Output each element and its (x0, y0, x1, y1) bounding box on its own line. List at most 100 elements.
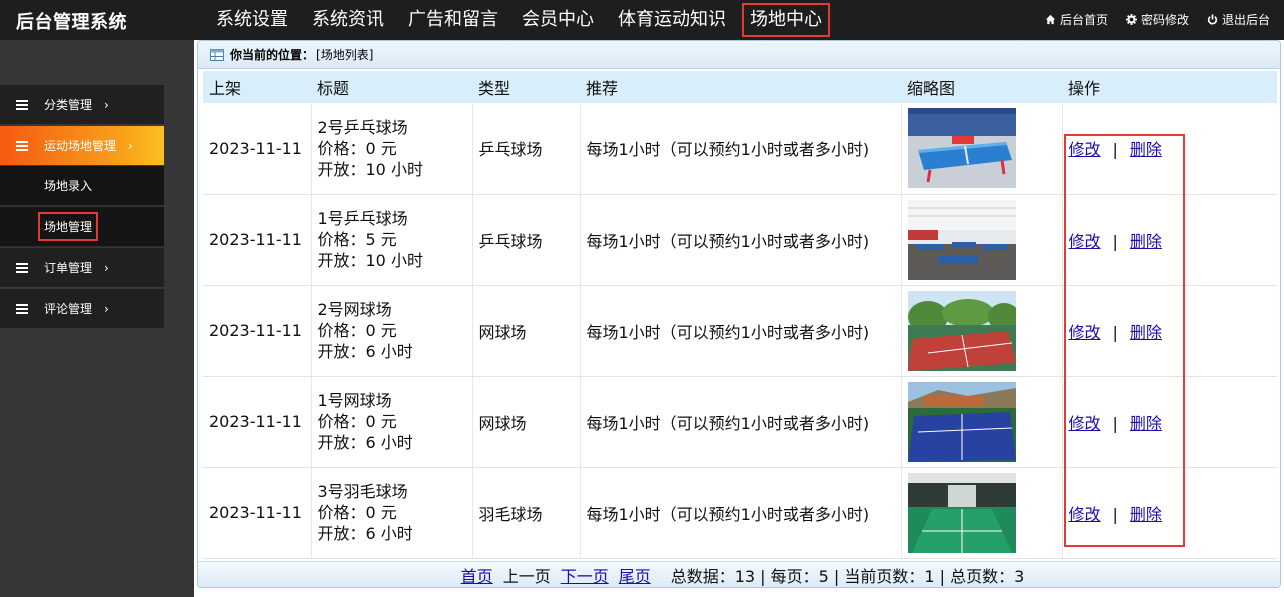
row-type: 网球场 (472, 285, 581, 377)
venue-price: 价格：0 元 (317, 138, 397, 158)
edit-link[interactable]: 修改 (1069, 505, 1101, 524)
sidebar-subitem-venue-manage[interactable]: 场地管理 (0, 207, 164, 247)
sidebar-subitem-label: 场地管理 (37, 212, 99, 241)
venue-price: 价格：0 元 (317, 321, 397, 340)
row-type: 羽毛球场 (472, 467, 581, 559)
action-separator: | (1112, 504, 1118, 524)
col-thumbnail: 缩略图 (901, 71, 1062, 103)
power-icon (1207, 14, 1218, 25)
home-icon (1045, 14, 1056, 25)
logout-link[interactable]: 退出后台 (1207, 11, 1270, 28)
table-row: 2023-11-11 2号乒乓球场 价格：0 元 开放：10 小时 乒乓球场 每… (203, 103, 1277, 195)
chevron-right-icon: › (128, 138, 133, 153)
delete-link[interactable]: 删除 (1130, 414, 1162, 433)
delete-link[interactable]: 删除 (1130, 140, 1162, 159)
home-link[interactable]: 后台首页 (1045, 11, 1108, 28)
venue-price: 价格：0 元 (317, 412, 397, 431)
sidebar: 分类管理 › 运动场地管理 › 场地录入 场地管理 订单管理 › 评论管理 › (0, 40, 194, 597)
action-separator: | (1112, 231, 1118, 251)
edit-link[interactable]: 修改 (1069, 414, 1101, 433)
sidebar-item-orders[interactable]: 订单管理 › (0, 248, 164, 288)
nav-system-settings[interactable]: 系统设置 (210, 5, 294, 35)
change-password-link[interactable]: 密码修改 (1125, 11, 1189, 28)
row-recommend: 每场1小时（可以预约1小时或者多小时) (580, 103, 902, 195)
menu-icon (16, 140, 28, 151)
delete-link[interactable]: 删除 (1130, 505, 1162, 524)
breadcrumb-label: 你当前的位置： (230, 48, 315, 62)
row-date: 2023-11-11 (203, 194, 312, 286)
top-bar: 后台管理系统 系统设置 系统资讯 广告和留言 会员中心 体育运动知识 场地中心 … (0, 0, 1284, 40)
nav-sports-knowledge[interactable]: 体育运动知识 (612, 5, 732, 35)
thumbnail-indoor-table-tennis (907, 199, 1016, 280)
logout-label: 退出后台 (1221, 13, 1270, 27)
app-title: 后台管理系统 (16, 12, 127, 33)
sidebar-item-venue[interactable]: 运动场地管理 › (0, 126, 164, 166)
first-page-link[interactable]: 首页 (461, 563, 493, 587)
top-nav: 系统设置 系统资讯 广告和留言 会员中心 体育运动知识 场地中心 (210, 3, 840, 37)
row-date: 2023-11-11 (203, 467, 312, 559)
venue-open-hours: 开放：10 小时 (317, 159, 423, 179)
sidebar-subitem-label: 场地录入 (44, 179, 93, 193)
change-password-label: 密码修改 (1140, 13, 1189, 27)
table-header-row: 上架 标题 类型 推荐 缩略图 操作 (203, 71, 1277, 103)
venue-name: 1号乒乓球场 (317, 209, 408, 228)
row-type: 乒乓球场 (472, 194, 581, 286)
sidebar-item-label: 订单管理 (44, 261, 93, 275)
home-link-label: 后台首页 (1059, 13, 1108, 27)
action-separator: | (1112, 140, 1118, 160)
sidebar-subitem-venue-add[interactable]: 场地录入 (0, 166, 164, 206)
breadcrumb: 你当前的位置： [场地列表] (198, 41, 1280, 69)
sidebar-item-comments[interactable]: 评论管理 › (0, 289, 164, 329)
delete-link[interactable]: 删除 (1130, 232, 1162, 251)
venue-open-hours: 开放：6 小时 (317, 524, 413, 543)
last-page-link[interactable]: 尾页 (619, 563, 651, 587)
header-links: 后台首页 密码修改 退出后台 (1027, 11, 1270, 28)
thumbnail-tennis-court (907, 381, 1016, 462)
row-recommend: 每场1小时（可以预约1小时或者多小时) (580, 285, 902, 377)
row-actions: 修改 | 删除 (1062, 467, 1277, 559)
sidebar-item-label: 运动场地管理 (44, 139, 117, 153)
main-panel: 你当前的位置： [场地列表] 上架 标题 类型 推荐 缩略图 操作 2023-1… (197, 40, 1281, 588)
venue-name: 3号羽毛球场 (317, 482, 408, 501)
row-actions: 修改 | 删除 (1062, 285, 1277, 377)
delete-link[interactable]: 删除 (1130, 323, 1162, 342)
venue-price: 价格：0 元 (317, 503, 397, 522)
table-row: 2023-11-11 3号羽毛球场 价格：0 元 开放：6 小时 羽毛球场 每场… (203, 467, 1277, 559)
nav-member-center[interactable]: 会员中心 (516, 5, 600, 35)
row-actions: 修改 | 删除 (1062, 376, 1277, 468)
row-recommend: 每场1小时（可以预约1小时或者多小时) (580, 194, 902, 286)
row-thumbnail (901, 285, 1063, 377)
table-row: 2023-11-11 1号网球场 价格：0 元 开放：6 小时 网球场 每场1小… (203, 376, 1277, 468)
thumbnail-tennis-court (907, 290, 1016, 371)
edit-link[interactable]: 修改 (1069, 140, 1101, 159)
row-thumbnail (901, 376, 1063, 468)
row-title: 1号网球场 价格：0 元 开放：6 小时 (311, 376, 473, 468)
edit-link[interactable]: 修改 (1069, 323, 1101, 342)
col-type: 类型 (472, 71, 580, 103)
row-date: 2023-11-11 (203, 103, 312, 195)
sidebar-item-label: 分类管理 (44, 98, 93, 112)
venue-price: 价格：5 元 (317, 230, 397, 249)
row-thumbnail (901, 467, 1063, 559)
thumbnail-table-tennis (907, 108, 1016, 189)
gear-icon (1125, 14, 1137, 25)
chevron-right-icon: › (104, 301, 109, 316)
table-icon (210, 48, 224, 61)
breadcrumb-current: [场地列表] (316, 48, 374, 62)
nav-ads-messages[interactable]: 广告和留言 (402, 5, 504, 35)
venue-name: 2号乒乓球场 (317, 117, 408, 137)
next-page-link[interactable]: 下一页 (561, 563, 609, 587)
sidebar-item-category[interactable]: 分类管理 › (0, 85, 164, 125)
venue-table: 上架 标题 类型 推荐 缩略图 操作 2023-11-11 2号乒乓球场 价格：… (203, 71, 1277, 559)
chevron-right-icon: › (104, 260, 109, 275)
nav-venue-center[interactable]: 场地中心 (742, 3, 830, 37)
nav-system-news[interactable]: 系统资讯 (306, 5, 390, 35)
col-recommend: 推荐 (580, 71, 901, 103)
row-date: 2023-11-11 (203, 376, 312, 468)
action-separator: | (1112, 413, 1118, 433)
table-row: 2023-11-11 2号网球场 价格：0 元 开放：6 小时 网球场 每场1小… (203, 285, 1277, 377)
edit-link[interactable]: 修改 (1069, 232, 1101, 251)
row-type: 网球场 (472, 376, 581, 468)
venue-name: 2号网球场 (317, 300, 392, 319)
thumbnail-badminton-court (907, 472, 1016, 553)
